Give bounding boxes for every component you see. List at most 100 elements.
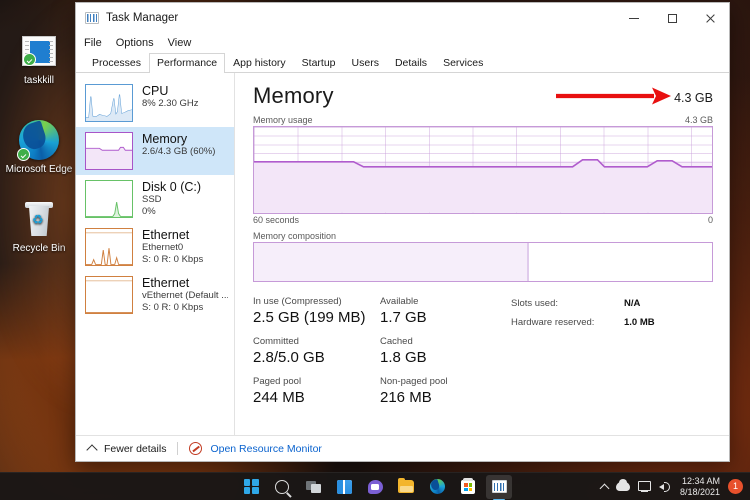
stat-row-in-use: In use (Compressed) 2.5 GB (199 MB) Avai… [253, 296, 511, 327]
task-manager-icon [85, 12, 99, 24]
network-icon[interactable] [638, 481, 651, 492]
desktop-icon-taskkill[interactable]: taskkill [2, 28, 76, 87]
memory-usage-max: 4.3 GB [685, 115, 713, 125]
memory-usage-label: Memory usage [253, 115, 313, 125]
edge-icon [2, 117, 76, 163]
task-view-button[interactable] [300, 475, 326, 499]
close-button[interactable] [691, 3, 729, 33]
menu-item-view[interactable]: View [168, 37, 192, 49]
chevron-up-icon[interactable] [86, 444, 97, 455]
tab-performance[interactable]: Performance [149, 53, 225, 73]
stat-label: In use (Compressed) [253, 296, 380, 308]
stat-nonpaged-pool: Non-paged pool 216 MB [380, 376, 448, 407]
minimize-icon [629, 18, 639, 19]
performance-detail-panel: Memory 4.3 GB Memory usage 4.3 GB 60 sec… [235, 73, 729, 435]
menu-item-file[interactable]: File [84, 37, 102, 49]
chat-icon [368, 480, 383, 494]
sidebar-item-ethernet-1[interactable]: Ethernet vEthernet (Default ... S: 0 R: … [76, 271, 234, 319]
window-body: CPU 8% 2.30 GHz Memory 2.6/4.3 GB (60%) [76, 73, 729, 435]
minimize-button[interactable] [615, 3, 653, 33]
search-button[interactable] [269, 475, 295, 499]
volume-icon[interactable] [659, 481, 672, 493]
start-button[interactable] [238, 475, 264, 499]
memory-thumbnail-graph [85, 132, 133, 170]
tab-services[interactable]: Services [435, 53, 491, 73]
graph-axis-right: 0 [708, 215, 713, 225]
sidebar-item-memory[interactable]: Memory 2.6/4.3 GB (60%) [76, 127, 234, 175]
search-icon [275, 480, 289, 494]
task-manager-window: Task Manager File Options View Processes… [75, 2, 730, 462]
open-resource-monitor-link[interactable]: Open Resource Monitor [210, 443, 321, 455]
memory-composition-bar[interactable] [253, 242, 713, 282]
memory-statistics: In use (Compressed) 2.5 GB (199 MB) Avai… [253, 296, 713, 416]
tab-startup[interactable]: Startup [294, 53, 344, 73]
sidebar-item-sub2: S: 0 R: 0 Kbps [142, 302, 228, 314]
memory-composition-label-row: Memory composition [253, 231, 713, 241]
window-title: Task Manager [106, 12, 178, 24]
window-controls [615, 3, 729, 33]
chat-button[interactable] [362, 475, 388, 499]
desktop-icon-recycle-bin[interactable]: ♻ Recycle Bin [2, 196, 76, 255]
ethernet-thumbnail-graph [85, 276, 133, 314]
sidebar-item-sub: SSD [142, 194, 201, 206]
tab-app-history[interactable]: App history [225, 53, 294, 73]
memory-composition-label: Memory composition [253, 231, 336, 241]
title-bar: Task Manager [76, 3, 729, 33]
task-manager-button[interactable] [486, 475, 512, 499]
start-icon [244, 479, 259, 494]
sidebar-item-label: Memory [142, 132, 215, 146]
tab-users[interactable]: Users [344, 53, 387, 73]
file-explorer-button[interactable] [393, 475, 419, 499]
edge-button[interactable] [424, 475, 450, 499]
sidebar-item-sub2: 0% [142, 206, 201, 218]
sidebar-item-cpu[interactable]: CPU 8% 2.30 GHz [76, 79, 234, 127]
memory-total-value: 4.3 GB [674, 83, 713, 105]
sync-check-badge-icon [17, 148, 30, 161]
file-explorer-icon [398, 480, 414, 493]
sidebar-item-sub2: S: 0 R: 0 Kbps [142, 254, 203, 266]
memory-usage-line [254, 127, 712, 213]
sidebar-item-disk-0[interactable]: Disk 0 (C:) SSD 0% [76, 175, 234, 223]
stat-label: Available [380, 296, 427, 308]
memory-header: Memory 4.3 GB [253, 83, 713, 109]
stat-label: Hardware reserved: [511, 316, 624, 329]
desktop-icon-label: Microsoft Edge [2, 164, 76, 176]
composition-in-use-segment[interactable] [254, 243, 529, 281]
tab-processes[interactable]: Processes [84, 53, 149, 73]
fewer-details-button[interactable]: Fewer details [104, 443, 166, 455]
stat-label: Slots used: [511, 297, 624, 310]
menu-item-options[interactable]: Options [116, 37, 154, 49]
cpu-thumbnail-graph [85, 84, 133, 122]
stat-cached: Cached 1.8 GB [380, 336, 427, 367]
graph-axis-row: 60 seconds 0 [253, 215, 713, 225]
sidebar-item-sub: 8% 2.30 GHz [142, 98, 199, 110]
microsoft-store-icon [461, 480, 475, 494]
widgets-button[interactable] [331, 475, 357, 499]
maximize-button[interactable] [653, 3, 691, 33]
statistics-right-column: Slots used: N/A Hardware reserved: 1.0 M… [511, 296, 655, 416]
onedrive-icon[interactable] [616, 482, 630, 491]
stat-paged-pool: Paged pool 244 MB [253, 376, 380, 407]
statistics-left-column: In use (Compressed) 2.5 GB (199 MB) Avai… [253, 296, 511, 416]
memory-usage-graph [253, 126, 713, 214]
close-icon [705, 13, 715, 23]
microsoft-store-button[interactable] [455, 475, 481, 499]
performance-sidebar: CPU 8% 2.30 GHz Memory 2.6/4.3 GB (60%) [76, 73, 235, 435]
memory-usage-label-row: Memory usage 4.3 GB [253, 115, 713, 125]
stat-value: 216 MB [380, 388, 448, 407]
stat-label: Committed [253, 336, 380, 348]
sidebar-item-sub: 2.6/4.3 GB (60%) [142, 146, 215, 158]
stat-committed: Committed 2.8/5.0 GB [253, 336, 380, 367]
resource-monitor-icon [189, 442, 202, 455]
sidebar-item-ethernet-0[interactable]: Ethernet Ethernet0 S: 0 R: 0 Kbps [76, 223, 234, 271]
disk-thumbnail-graph [85, 180, 133, 218]
stat-label: Paged pool [253, 376, 380, 388]
desktop-icon-microsoft-edge[interactable]: Microsoft Edge [2, 117, 76, 176]
stat-in-use: In use (Compressed) 2.5 GB (199 MB) [253, 296, 380, 327]
tab-details[interactable]: Details [387, 53, 435, 73]
composition-available-segment[interactable] [529, 243, 712, 281]
widgets-icon [337, 480, 352, 494]
stat-value: 1.7 GB [380, 308, 427, 327]
page-title: Memory [253, 83, 334, 109]
stat-hardware-reserved: Hardware reserved: 1.0 MB [511, 316, 655, 329]
